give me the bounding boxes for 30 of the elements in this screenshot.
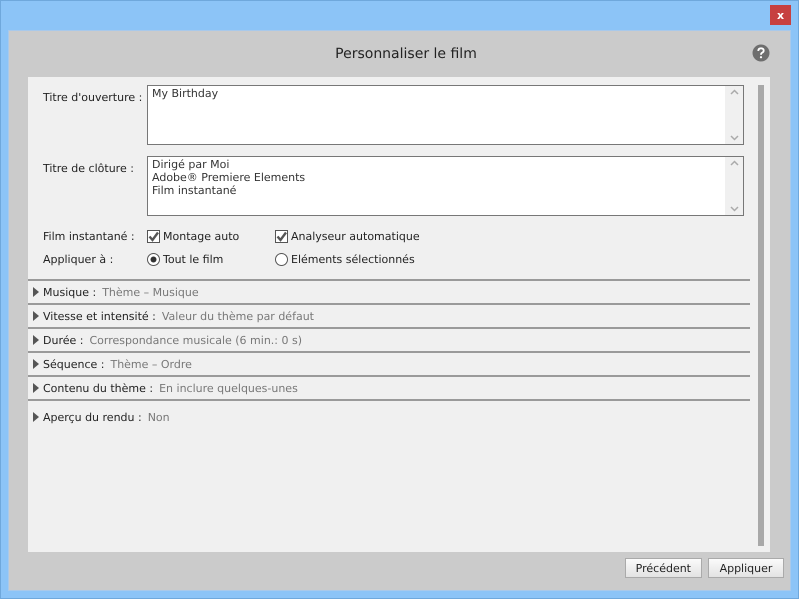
scrollbar[interactable]	[725, 86, 743, 144]
field-label: Titre d'ouverture :	[42, 90, 144, 104]
scroll-up-icon[interactable]	[730, 160, 738, 166]
section-header[interactable]: Musique : Thème – Musique	[28, 281, 750, 305]
section-header[interactable]: Contenu du thème : En inclure quelques-unes	[28, 377, 750, 401]
scroll-down-icon[interactable]	[730, 135, 738, 141]
checkbox-label[interactable]: Montage auto	[163, 230, 240, 243]
checkbox-label[interactable]: Analyseur automatique	[291, 230, 420, 243]
section-header[interactable]: Aperçu du rendu : Non	[28, 401, 750, 433]
section-header[interactable]: Vitesse et intensité : Valeur du thème par défaut	[28, 305, 750, 329]
dialog-button[interactable]: Précédent	[624, 558, 702, 578]
checkbox[interactable]	[147, 230, 160, 243]
scroll-up-icon[interactable]	[730, 89, 738, 95]
scroll-down-icon[interactable]	[730, 206, 738, 212]
dialog-button[interactable]: Appliquer	[708, 558, 784, 578]
dialog-title: Personnaliser le film	[335, 46, 477, 62]
option-label: Film instantané :	[42, 230, 136, 243]
help-icon[interactable]	[752, 44, 770, 62]
scrollbar[interactable]	[725, 157, 743, 215]
radio-button[interactable]	[147, 253, 160, 266]
radio-button[interactable]	[275, 253, 288, 266]
option-label: Appliquer à :	[42, 253, 114, 266]
section-header[interactable]: Durée : Correspondance musicale (6 min.: 0 s)	[28, 329, 750, 353]
checkbox[interactable]	[275, 230, 288, 243]
radio-label[interactable]: Tout le film	[163, 253, 224, 266]
radio-label[interactable]: Eléments sélectionnés	[291, 253, 415, 266]
close-button[interactable]: x	[770, 5, 791, 25]
scrollbar[interactable]	[758, 85, 764, 546]
field-label: Titre de clôture :	[42, 161, 135, 175]
section-header[interactable]: Séquence : Thème – Ordre	[28, 353, 750, 377]
